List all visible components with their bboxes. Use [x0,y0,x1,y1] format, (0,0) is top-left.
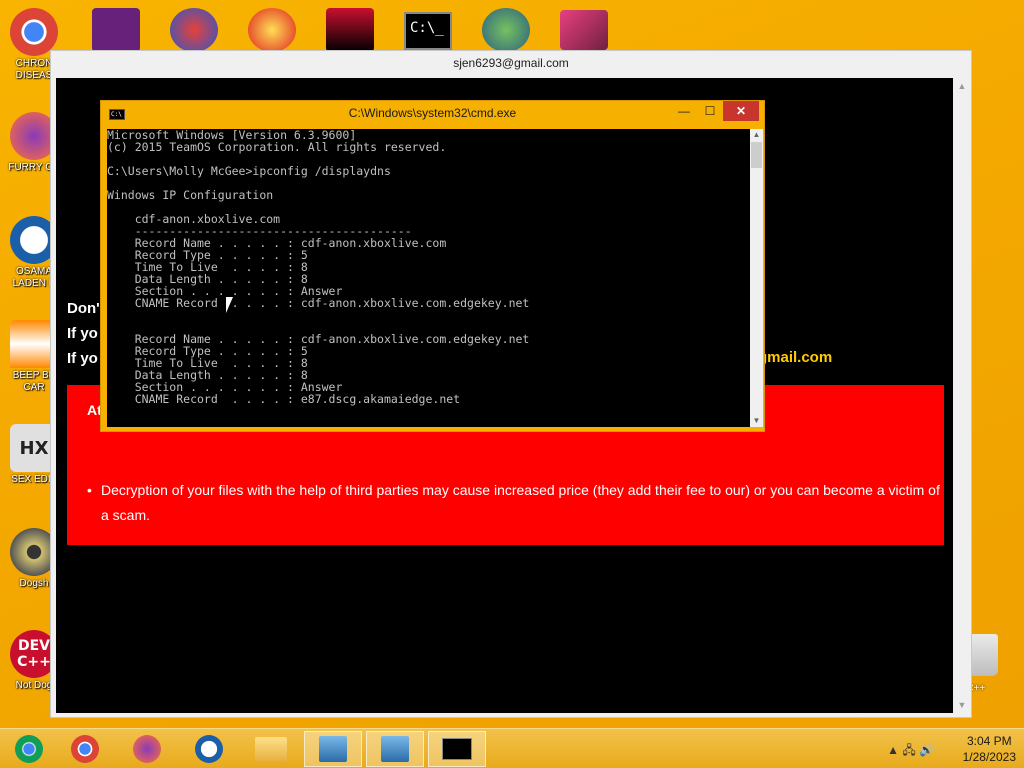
pinball-icon[interactable] [248,8,296,52]
cmd-line [107,309,750,321]
cmd-line: Windows IP Configuration [107,188,274,202]
clock[interactable]: 3:04 PM 1/28/2023 [963,733,1016,765]
globe-icon[interactable] [482,8,530,52]
cmd-scroll-up-icon[interactable]: ▲ [750,129,763,141]
scroll-up-icon[interactable]: ▲ [953,78,971,94]
cmd-title-text: C:\Windows\system32\cmd.exe [348,106,517,120]
note-line-1: Don' [67,300,100,317]
taskbar: ▲ 🖧 🔊 3:04 PM 1/28/2023 [0,728,1024,768]
email-link[interactable]: gmail.com [758,349,832,366]
visual-studio-icon[interactable] [92,8,140,52]
taskbar-obama[interactable] [180,731,238,767]
monitor-icon[interactable] [560,10,608,50]
cmd-line: (c) 2015 TeamOS Corporation. All rights … [107,140,447,154]
close-button[interactable]: ✕ [723,101,759,121]
cmd-scroll-down-icon[interactable]: ▼ [750,415,763,427]
cmd-line: C:\Users\Molly McGee>ipconfig /displaydn… [107,164,391,178]
taskbar-network-app-2[interactable] [366,731,424,767]
cmd-output: Microsoft Windows [Version 6.3.9600] (c) … [107,129,750,405]
taskbar-chrome[interactable] [56,731,114,767]
taskbar-start-chrome[interactable] [0,731,58,767]
chrome-icon [10,8,58,56]
mouse-cursor-icon [226,297,233,313]
cmd-window[interactable]: C:\ C:\Windows\system32\cmd.exe — ☐ ✕ Mi… [100,100,765,432]
chrome-icon [71,735,99,763]
system-tray-icons[interactable]: ▲ 🖧 🔊 [887,741,934,762]
clock-time: 3:04 PM [966,734,1012,748]
vertical-scrollbar[interactable]: ▲ ▼ [953,78,971,713]
cmd-icon [442,738,472,760]
flag-icon[interactable] [326,8,374,52]
firefox-icon [133,735,161,763]
taskbar-explorer[interactable] [242,731,300,767]
game-icon[interactable] [170,8,218,52]
cmd-scroll-thumb[interactable] [751,142,762,168]
window-title: sjen6293@gmail.com [453,56,569,70]
taskbar-cmd[interactable] [428,731,486,767]
folder-icon [255,737,287,761]
cmd-line: CNAME Record . . . . : cdf-anon.xboxlive… [107,296,530,310]
recycle-bin-icon[interactable] [968,634,998,676]
cmd-line: CNAME Record . . . . : e87.dscg.akamaied… [107,392,461,406]
clock-date: 1/28/2023 [962,750,1016,764]
note-line-3: If yo [67,350,98,367]
maximize-button[interactable]: ☐ [697,101,723,121]
computer-network-icon [381,736,409,762]
obama-logo-icon [195,735,223,763]
taskbar-firefox[interactable] [118,731,176,767]
cmd-shortcut-icon[interactable]: C:\_ [404,12,452,50]
scroll-down-icon[interactable]: ▼ [953,697,971,713]
cmd-scrollbar[interactable]: ▲ ▼ [750,129,763,427]
chrome-alt-icon [15,735,43,763]
cmd-console[interactable]: Microsoft Windows [Version 6.3.9600] (c) … [107,129,750,427]
note-line-2: If yo [67,325,98,342]
minimize-button[interactable]: — [671,101,697,121]
computer-network-icon [319,736,347,762]
bullet-item: Decryption of your files with the help o… [87,478,941,528]
cmd-titlebar[interactable]: C:\ C:\Windows\system32\cmd.exe — ☐ ✕ [101,101,764,127]
taskbar-network-app-1[interactable] [304,731,362,767]
